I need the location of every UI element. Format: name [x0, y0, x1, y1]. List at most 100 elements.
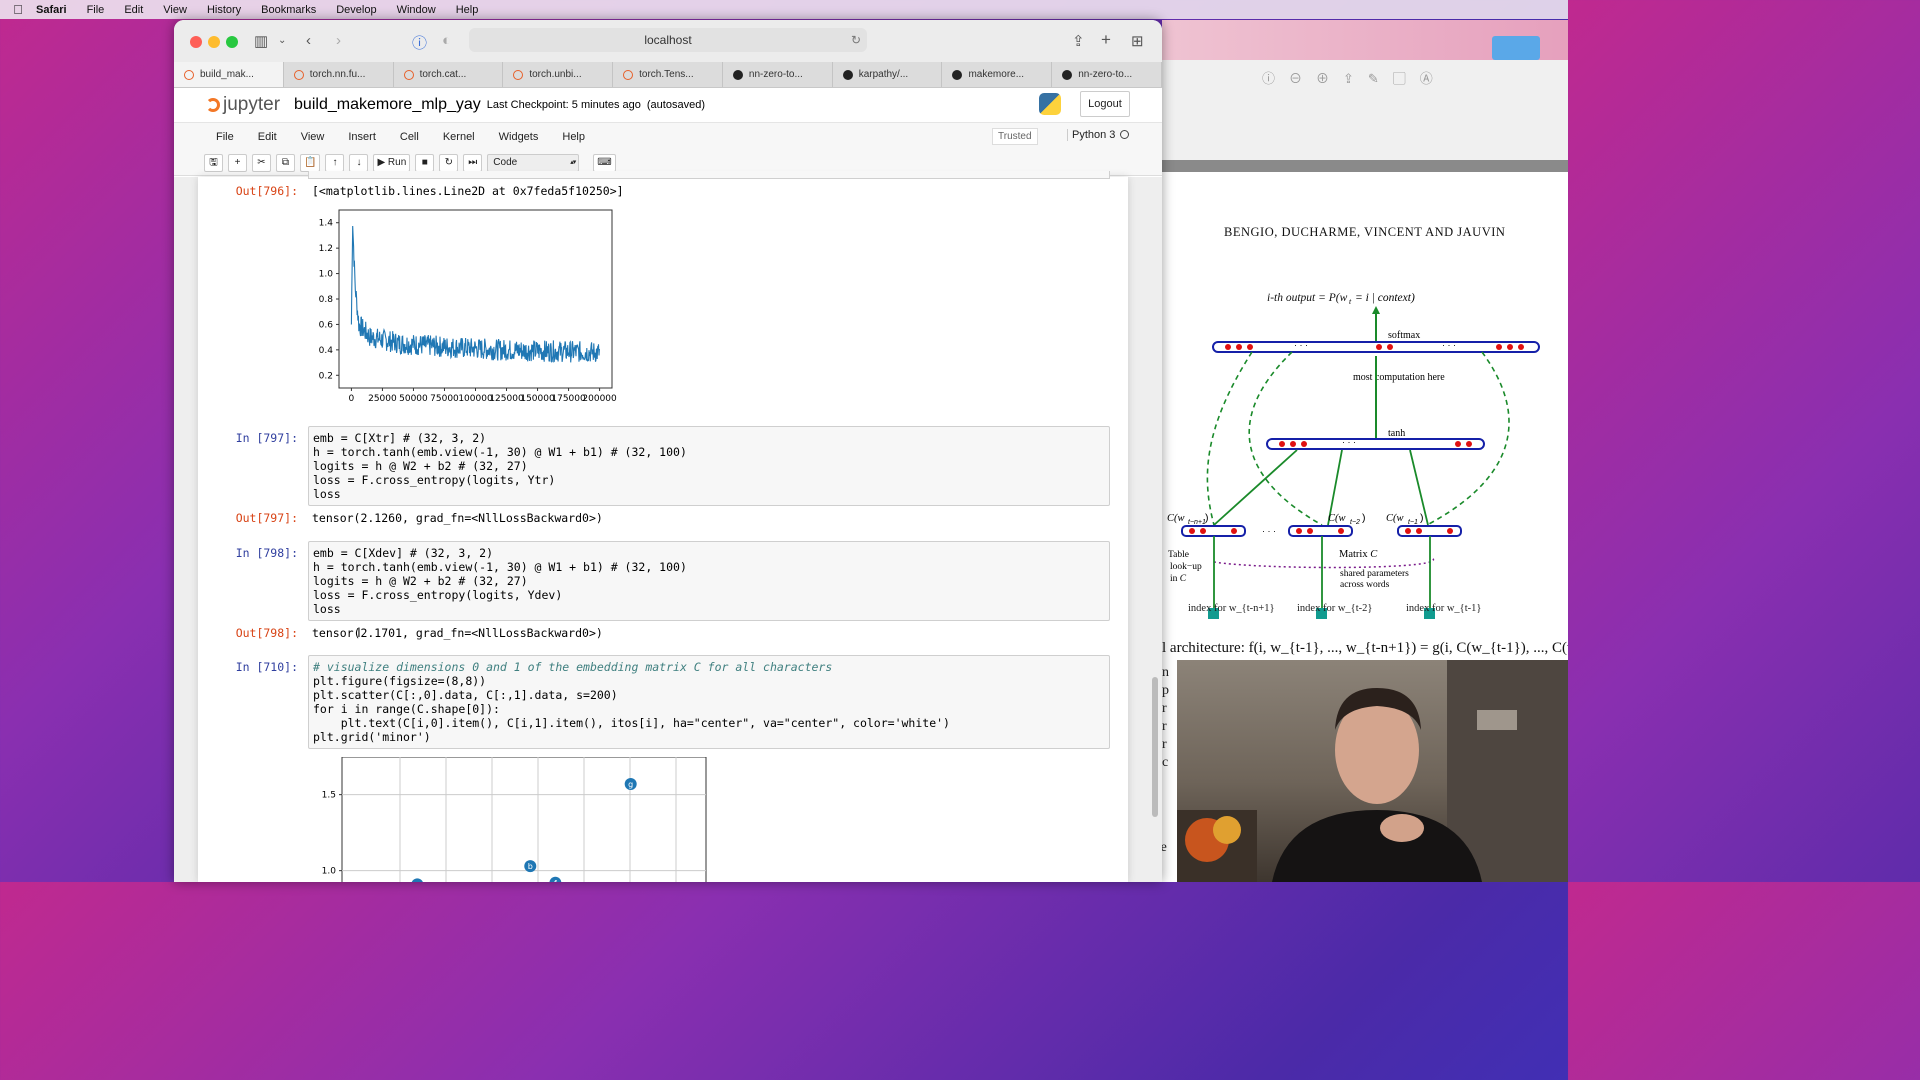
tab-nn-zero-to-hero-2[interactable]: nn-zero-to...	[1052, 62, 1162, 87]
github-favicon-icon	[732, 69, 743, 80]
tab-label: nn-zero-to...	[748, 69, 803, 80]
minimize-window-button[interactable]	[208, 36, 220, 48]
menu-edit[interactable]: Edit	[124, 4, 143, 16]
paste-icon[interactable]: 📋	[300, 153, 321, 172]
y-tick-label: 0.8	[319, 295, 334, 305]
shield-icon[interactable]: ◐	[442, 32, 451, 49]
code-line: h = torch.tanh(emb.view(-1, 30) @ W1 + b…	[313, 445, 687, 459]
webcam-person-image	[1177, 660, 1568, 882]
notebook-scrollbar[interactable]	[1152, 677, 1158, 817]
tab-torch-tensor[interactable]: torch.Tens...	[613, 62, 723, 87]
tab-build-makemore[interactable]: build_mak...	[174, 62, 284, 87]
sidebar-icon[interactable]: ▥	[254, 32, 268, 50]
jupyter-menubar: File Edit View Insert Cell Kernel Widget…	[174, 122, 1162, 150]
menu-window[interactable]: Window	[397, 4, 436, 16]
out796-prompt: Out[796]:	[235, 184, 298, 198]
zoom-window-button[interactable]	[226, 36, 238, 48]
chevron-down-icon[interactable]: ⌄	[278, 35, 286, 46]
keyboard-icon[interactable]: ⌨	[593, 153, 616, 172]
reload-icon[interactable]: ↻	[851, 28, 861, 52]
url-text: localhost	[644, 33, 692, 47]
cell-type-select[interactable]: Code	[487, 153, 580, 172]
tab-torch-nn-functional[interactable]: torch.nn.fu...	[284, 62, 394, 87]
y-tick-label: 1.5	[322, 791, 336, 801]
notebook-name[interactable]: build_makemore_mlp_yay	[294, 96, 481, 114]
jmenu-view[interactable]: View	[301, 131, 325, 143]
close-window-button[interactable]	[190, 36, 202, 48]
checkpoint-status: Last Checkpoint: 5 minutes ago	[486, 99, 641, 111]
tab-makemore[interactable]: makemore...	[942, 62, 1053, 87]
password-icon[interactable]: ⓘ	[412, 32, 427, 53]
diagram-softmax: softmax	[1388, 330, 1420, 341]
tab-nn-zero-to-hero-1[interactable]: nn-zero-to...	[723, 62, 833, 87]
code-line: logits = h @ W2 + b2 # (32, 27)	[313, 459, 528, 473]
folder-icon[interactable]	[1492, 36, 1540, 60]
tab-torch-cat[interactable]: torch.cat...	[394, 62, 504, 87]
code-cell-710[interactable]: # visualize dimensions 0 and 1 of the em…	[308, 655, 1110, 749]
move-down-icon[interactable]: ↓	[349, 153, 369, 172]
pdf-toolbar-icons[interactable]: ⓘ⊖⊕⇪✎▢Ⓐ	[1262, 68, 1447, 87]
jmenu-edit[interactable]: Edit	[258, 131, 277, 143]
logout-button[interactable]: Logout	[1080, 91, 1130, 117]
diagram-table-lookup: Table	[1168, 550, 1189, 560]
move-up-icon[interactable]: ↑	[325, 153, 345, 172]
in710-prompt: In [710]:	[235, 660, 298, 674]
cut-icon[interactable]: ✂	[252, 153, 271, 172]
diagram-tanh: tanh	[1388, 428, 1405, 439]
run-button[interactable]: ▶ Run	[373, 153, 411, 172]
svg-text:· · ·: · · ·	[1342, 437, 1356, 447]
code-line: plt.figure(figsize=(8,8))	[313, 674, 487, 688]
jmenu-help[interactable]: Help	[562, 131, 585, 143]
code-line: plt.scatter(C[:,0].data, C[:,1].data, s=…	[313, 688, 618, 702]
jmenu-cell[interactable]: Cell	[400, 131, 419, 143]
y-tick-label: 0.4	[319, 346, 334, 356]
menu-history[interactable]: History	[207, 4, 241, 16]
tab-karpathy[interactable]: karpathy/...	[833, 62, 943, 87]
save-icon[interactable]: 🖫	[204, 153, 223, 172]
menu-file[interactable]: File	[87, 4, 105, 16]
menu-view[interactable]: View	[163, 4, 187, 16]
kernel-indicator[interactable]: Python 3	[1067, 129, 1130, 141]
diagram-c1: C(w	[1167, 513, 1185, 524]
restart-icon[interactable]: ↻	[439, 153, 459, 172]
jmenu-insert[interactable]: Insert	[348, 131, 376, 143]
pdf-body-text-fragment2: re	[1162, 840, 1167, 855]
jmenu-widgets[interactable]: Widgets	[499, 131, 539, 143]
insert-cell-icon[interactable]: +	[228, 153, 247, 172]
new-tab-icon[interactable]: +	[1101, 30, 1111, 50]
share-icon[interactable]: ⇪	[1072, 32, 1085, 50]
jupyter-logo[interactable]: jupyter	[206, 94, 280, 116]
out797-text: tensor(2.1260, grad_fn=<NllLossBackward0…	[312, 511, 603, 525]
menu-develop[interactable]: Develop	[336, 4, 376, 16]
tab-overview-icon[interactable]: ⊞	[1131, 32, 1144, 50]
stop-icon[interactable]: ■	[415, 153, 435, 172]
y-tick-label: 1.2	[319, 244, 333, 254]
menu-safari[interactable]: Safari	[36, 4, 67, 16]
tab-torch-unbind[interactable]: torch.unbi...	[503, 62, 614, 87]
copy-icon[interactable]: ⧉	[276, 153, 295, 172]
svg-text:look−up: look−up	[1170, 562, 1202, 572]
code-cell-798[interactable]: emb = C[Xdev] # (32, 3, 2) h = torch.tan…	[308, 541, 1110, 621]
apple-icon[interactable]: 	[0, 2, 36, 17]
tab-label: build_mak...	[200, 69, 254, 80]
python-logo-icon	[1039, 93, 1061, 115]
menu-help[interactable]: Help	[456, 4, 479, 16]
code-line: loss = F.cross_entropy(logits, Ydev)	[313, 588, 563, 602]
menu-bookmarks[interactable]: Bookmarks	[261, 4, 316, 16]
x-tick-label: 50000	[399, 394, 428, 404]
x-tick-label: 100000	[458, 394, 493, 404]
address-bar[interactable]: localhost ↻	[469, 28, 867, 52]
previous-code-cell[interactable]	[308, 171, 1110, 179]
out797-prompt: Out[797]:	[235, 511, 298, 525]
forward-icon[interactable]: ›	[336, 32, 341, 49]
jmenu-file[interactable]: File	[216, 131, 234, 143]
jmenu-kernel[interactable]: Kernel	[443, 131, 475, 143]
jupyter-favicon-icon	[184, 69, 194, 80]
y-tick-label: 0.2	[319, 371, 333, 381]
trusted-badge[interactable]: Trusted	[992, 128, 1038, 145]
back-icon[interactable]: ‹	[306, 32, 311, 49]
code-cell-797[interactable]: emb = C[Xtr] # (32, 3, 2) h = torch.tanh…	[308, 426, 1110, 506]
svg-text:in C: in C	[1170, 574, 1187, 584]
fast-forward-icon[interactable]: ⏭	[463, 153, 483, 172]
diagram-most-computation: most computation here	[1353, 372, 1445, 383]
